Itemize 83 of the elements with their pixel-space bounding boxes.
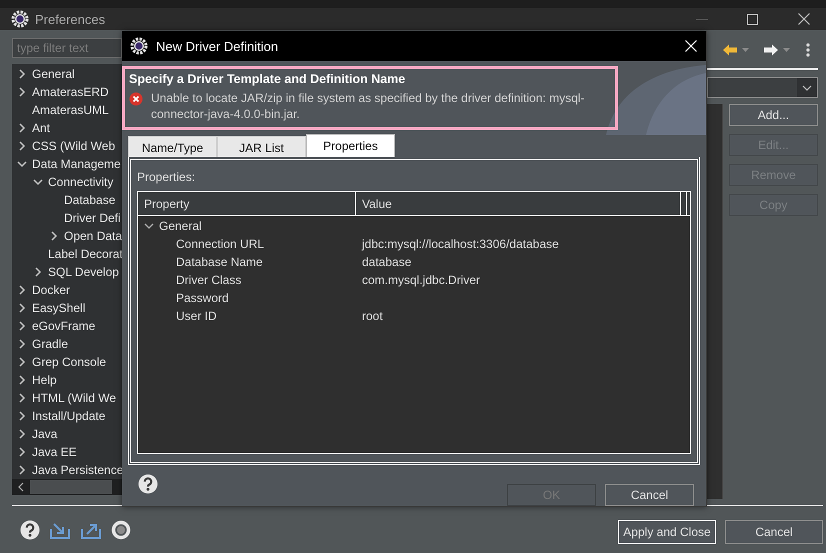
section-label: Properties:	[137, 170, 196, 186]
tree-item[interactable]: Java Persistence	[32, 463, 124, 477]
tree-item[interactable]: Data Manageme	[32, 157, 121, 171]
tree-item[interactable]: Help	[32, 373, 57, 387]
window-title: Preferences	[35, 12, 106, 26]
chevron-right-icon[interactable]	[17, 87, 27, 97]
tree-item[interactable]: EasyShell	[32, 301, 86, 315]
gear-icon	[11, 10, 29, 28]
chevron-right-icon[interactable]	[17, 321, 27, 331]
dialog-button[interactable]: Cancel	[605, 484, 694, 506]
tree-item[interactable]: Open Data	[64, 229, 122, 243]
tree-item[interactable]: General	[32, 67, 75, 81]
menu-icon[interactable]	[806, 43, 810, 57]
gear-icon	[130, 37, 148, 55]
tree-item[interactable]: Docker	[32, 283, 70, 297]
group-label[interactable]: General	[159, 219, 202, 233]
property-value: database	[361, 255, 412, 269]
error-message: Unable to locate JAR/zip in file system as specified by the driver definition: mysql-connector-java-4.0.0-bin.jar.	[151, 90, 586, 122]
tab[interactable]: Properties	[306, 134, 395, 157]
chevron-right-icon[interactable]	[17, 429, 27, 439]
tree-item[interactable]: eGovFrame	[32, 319, 96, 333]
chevron-down-icon[interactable]	[802, 84, 812, 90]
tree-item[interactable]: Gradle	[32, 337, 68, 351]
error-icon	[129, 92, 143, 106]
tree-item[interactable]: Driver Defi	[64, 211, 121, 225]
dialog-title: New Driver Definition	[156, 38, 280, 54]
tree-item[interactable]: AmaterasERD	[32, 85, 109, 99]
dropdown-field[interactable]	[707, 77, 818, 98]
tree-item[interactable]: HTML (Wild We	[32, 391, 116, 405]
chevron-right-icon[interactable]	[17, 375, 27, 385]
close-icon[interactable]	[798, 13, 810, 25]
property-value: root	[361, 309, 383, 323]
chevron-right-icon[interactable]	[17, 69, 27, 79]
chevron-right-icon[interactable]	[17, 357, 27, 367]
tree-item[interactable]: Connectivity	[48, 175, 114, 189]
property-name: User ID	[176, 309, 217, 323]
side-button[interactable]: Add...	[728, 104, 818, 126]
chevron-down-icon[interactable]	[33, 177, 43, 187]
footer-button[interactable]: Cancel	[725, 520, 823, 544]
chevron-right-icon[interactable]	[17, 465, 27, 475]
chevron-right-icon[interactable]	[17, 285, 27, 295]
forward-arrow-icon[interactable]	[763, 43, 779, 57]
tab[interactable]: JAR List	[217, 136, 306, 158]
maximize-icon[interactable]	[747, 14, 758, 24]
tree-item[interactable]: Ant	[32, 121, 50, 135]
tree-item[interactable]: SQL Develop	[48, 265, 119, 279]
scroll-left-icon[interactable]	[18, 482, 24, 492]
chevron-right-icon[interactable]	[49, 231, 59, 241]
chevron-right-icon[interactable]	[17, 141, 27, 151]
chevron-right-icon[interactable]	[17, 123, 27, 133]
back-arrow-icon[interactable]	[722, 43, 738, 57]
tree-item[interactable]: Java	[32, 427, 58, 441]
tab[interactable]: Name/Type	[128, 136, 217, 158]
footer-button[interactable]: Apply and Close	[618, 520, 716, 544]
ring-icon[interactable]	[111, 520, 131, 540]
help-icon[interactable]	[20, 520, 40, 540]
chevron-right-icon[interactable]	[33, 267, 43, 277]
tree-item[interactable]: CSS (Wild Web	[32, 139, 116, 153]
tree-item[interactable]: Java EE	[32, 445, 77, 459]
help-icon[interactable]	[138, 474, 158, 494]
property-value: com.mysql.jdbc.Driver	[361, 273, 480, 287]
chevron-right-icon[interactable]	[17, 393, 27, 403]
tree-item[interactable]: AmaterasUML	[32, 103, 109, 117]
filter-field[interactable]: type filter text	[12, 38, 122, 58]
scrollbar-thumb[interactable]	[30, 480, 112, 494]
chevron-right-icon[interactable]	[17, 339, 27, 349]
header-title: Specify a Driver Template and Definition Name	[129, 72, 406, 86]
property-name: Driver Class	[176, 273, 242, 287]
chevron-down-icon[interactable]	[17, 159, 27, 169]
column-header[interactable]: Value	[362, 196, 392, 210]
tree-item[interactable]: Label Decorat	[48, 247, 123, 261]
chevron-right-icon[interactable]	[17, 411, 27, 421]
property-name: Password	[176, 291, 229, 305]
chevron-right-icon[interactable]	[17, 303, 27, 313]
column-header[interactable]: Property	[144, 196, 190, 210]
tree-item[interactable]: Database	[64, 193, 116, 207]
property-value: jdbc:mysql://localhost:3306/database	[360, 237, 559, 251]
property-name: Connection URL	[176, 237, 264, 251]
tree-item[interactable]: Install/Update	[32, 409, 106, 423]
property-name: Database Name	[176, 255, 263, 269]
tree-item[interactable]: Grep Console	[32, 355, 106, 369]
chevron-right-icon[interactable]	[17, 447, 27, 457]
chevron-down-icon[interactable]	[144, 222, 154, 230]
